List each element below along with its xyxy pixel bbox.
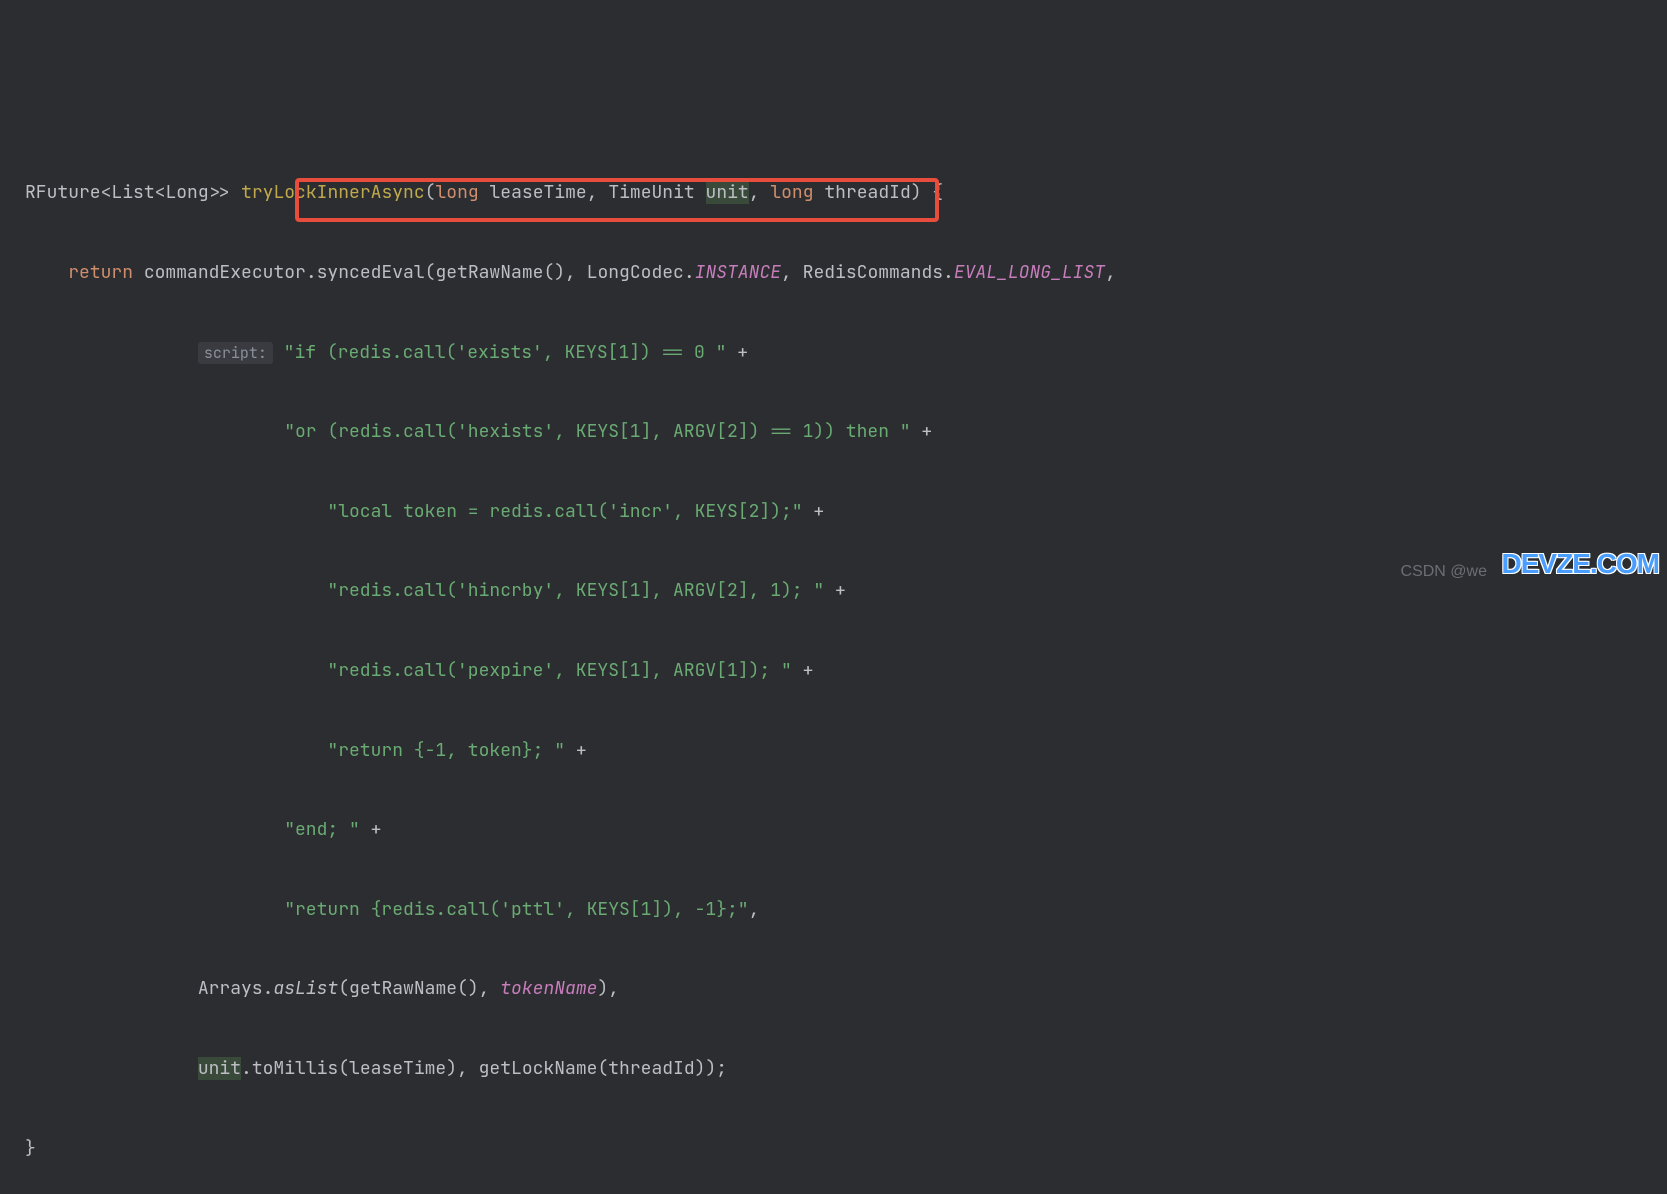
string-literal: "or (redis.call('hexists', KEYS[1], ARGV… <box>284 420 910 443</box>
code-line-4: "or (redis.call('hexists', KEYS[1], ARGV… <box>25 412 1667 452</box>
type-rfuture: RFuture <box>25 181 101 204</box>
code-line-10: "return {redis.call('pttl', KEYS[1]), -1… <box>25 890 1667 930</box>
watermark-csdn: CSDN @we <box>1401 554 1487 589</box>
field-tokenname: tokenName <box>500 977 597 1000</box>
code-line-1: RFuture<List<Long>> tryLockInnerAsync(lo… <box>25 173 1667 213</box>
watermark-devze: DEVZE.COM <box>1502 533 1659 595</box>
constant-instance: INSTANCE <box>695 261 781 284</box>
string-literal: "redis.call('pexpire', KEYS[1], ARGV[1])… <box>327 659 791 682</box>
code-line-3: script: "if (redis.call('exists', KEYS[1… <box>25 333 1667 373</box>
string-literal: "if (redis.call('exists', KEYS[1]) == 0 … <box>284 341 727 364</box>
keyword-return: return <box>68 261 133 284</box>
code-line-11: Arrays.asList(getRawName(), tokenName), <box>25 969 1667 1009</box>
string-literal: "return {redis.call('pttl', KEYS[1]), -1… <box>284 898 748 921</box>
method-trylock: tryLockInnerAsync <box>241 181 425 204</box>
string-literal: "return {-1, token}; " <box>327 739 565 762</box>
code-line-9: "end; " + <box>25 810 1667 850</box>
code-line-2: return commandExecutor.syncedEval(getRaw… <box>25 253 1667 293</box>
code-line-8: "return {-1, token}; " + <box>25 731 1667 771</box>
code-line-5: "local token = redis.call('incr', KEYS[2… <box>25 492 1667 532</box>
constant-eval: EVAL_LONG_LIST <box>954 261 1105 284</box>
string-literal-highlighted: "local token = redis.call('incr', KEYS[2… <box>327 500 802 523</box>
code-line-12: unit.toMillis(leaseTime), getLockName(th… <box>25 1049 1667 1089</box>
code-line-7: "redis.call('pexpire', KEYS[1], ARGV[1])… <box>25 651 1667 691</box>
param-hint-script: script: <box>198 342 273 364</box>
code-line-13: } <box>25 1129 1667 1169</box>
string-literal: "end; " <box>284 818 360 841</box>
string-literal: "redis.call('hincrby', KEYS[1], ARGV[2],… <box>327 579 824 602</box>
